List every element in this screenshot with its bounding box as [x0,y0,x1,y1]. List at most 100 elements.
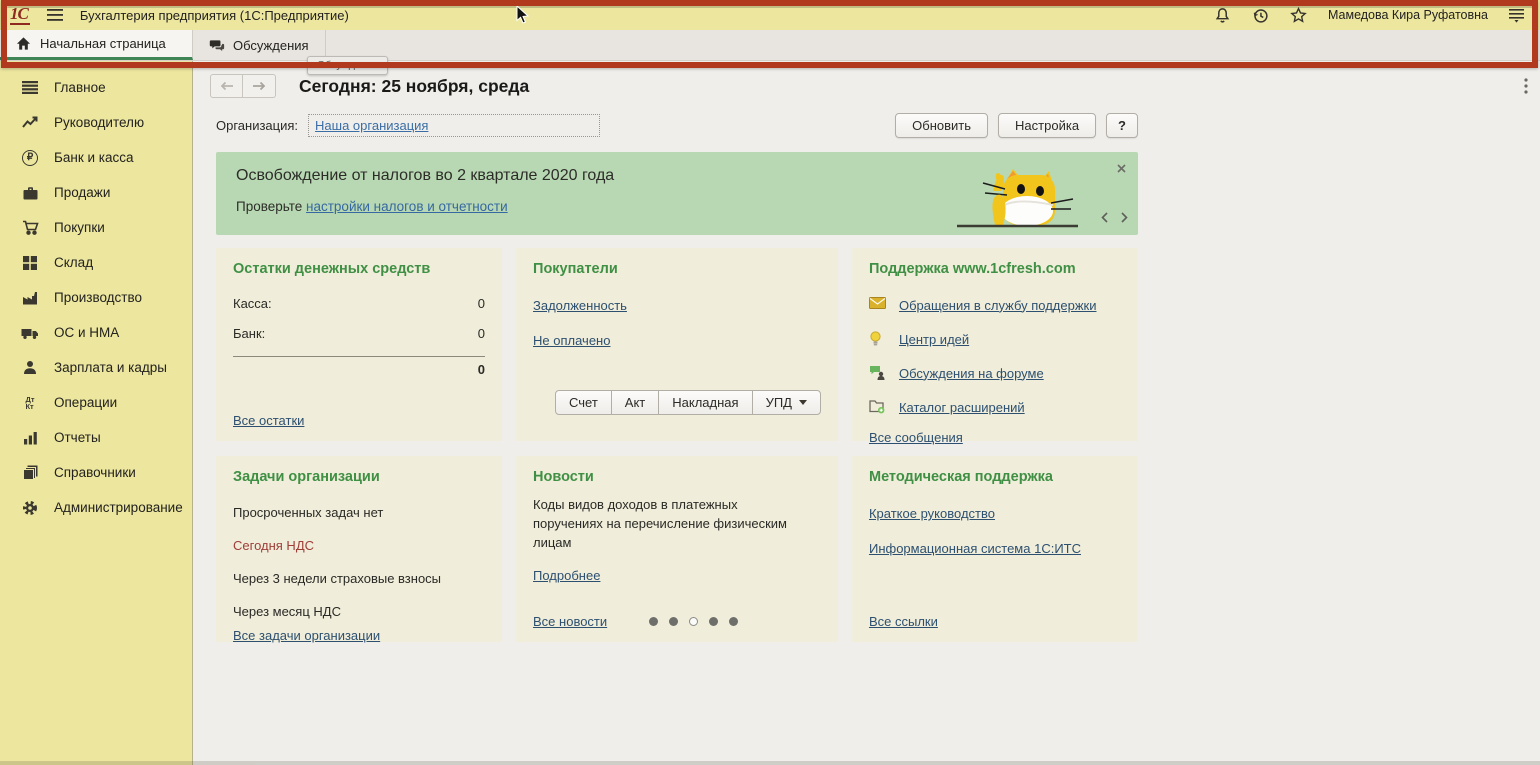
main-content: Сегодня: 25 ноября, среда Организация: Н… [193,61,1540,765]
gear-icon [19,499,41,517]
sidebar-item-sales[interactable]: Продажи [0,175,192,210]
upd-dropdown-button[interactable]: УПД [752,390,821,415]
settings-button[interactable]: Настройка [998,113,1096,138]
info-banner: Освобождение от налогов во 2 квартале 20… [216,152,1138,235]
page-title-date: Сегодня: 25 ноября, среда [299,76,529,97]
cash-row-value: 0 [478,326,485,341]
forum-discussions-link[interactable]: Обсуждения на форуме [899,366,1044,381]
panel-support: Поддержка www.1cfresh.com Обращения в сл… [852,248,1138,441]
window-title: Бухгалтерия предприятия (1С:Предприятие) [80,8,349,23]
sidebar-item-manager[interactable]: Руководителю [0,105,192,140]
1c-logo-icon: 1С [10,6,30,25]
debt-link[interactable]: Задолженность [533,298,821,313]
banner-prev-icon[interactable] [1101,210,1108,228]
cat-mascot-image [955,163,1080,229]
support-item: Обращения в службу поддержки [869,297,1121,313]
all-tasks-link[interactable]: Все задачи организации [233,628,485,643]
grid-icon [19,254,41,272]
briefcase-icon [19,184,41,202]
waybill-button[interactable]: Накладная [658,390,752,415]
unpaid-link[interactable]: Не оплачено [533,333,821,348]
refresh-button[interactable]: Обновить [895,113,988,138]
folder-plus-icon [869,399,886,415]
pager-dot[interactable] [669,617,678,626]
forum-icon [869,365,886,381]
sidebar-item-reports[interactable]: Отчеты [0,420,192,455]
organization-label: Организация: [216,118,298,133]
title-bar: 1С Бухгалтерия предприятия (1С:Предприят… [0,0,1540,30]
quick-guide-link[interactable]: Краткое руководство [869,506,1121,521]
organization-field[interactable]: Наша организация [308,114,600,137]
dtkt-icon: Дт Кт [19,394,41,412]
organization-link[interactable]: Наша организация [315,118,428,133]
pager-dot[interactable] [709,617,718,626]
all-messages-link[interactable]: Все сообщения [869,430,1121,445]
banner-link[interactable]: настройки налогов и отчетности [306,199,508,214]
sidebar-item-operations[interactable]: Дт Кт Операции [0,385,192,420]
banner-pager [1101,210,1128,228]
main-menu-icon[interactable] [46,6,64,24]
sidebar-item-payroll-hr[interactable]: Зарплата и кадры [0,350,192,385]
service-menu-icon[interactable] [1508,6,1526,24]
panel-org-tasks: Задачи организации Просроченных задач не… [216,456,502,642]
envelope-icon [869,297,886,313]
pager-dot[interactable] [649,617,658,626]
home-icon [16,36,31,51]
panel-news: Новости Коды видов доходов в платежных п… [516,456,838,642]
sidebar-item-bank-cash[interactable]: ₽ Банк и касса [0,140,192,175]
sidebar-item-administration[interactable]: Администрирование [0,490,192,525]
support-item: Обсуждения на форуме [869,365,1121,381]
panel-title: Покупатели [533,261,821,277]
tab-label: Начальная страница [40,36,166,51]
forward-button[interactable] [243,74,276,98]
history-nav [210,74,276,98]
extensions-catalog-link[interactable]: Каталог расширений [899,400,1025,415]
idea-center-link[interactable]: Центр идей [899,332,969,347]
all-links-link[interactable]: Все ссылки [869,614,1121,629]
sidebar-nav: Главное Руководителю ₽ Банк и касса Прод… [0,61,193,765]
task-line: Просроченных задач нет [233,505,485,520]
sidebar-item-main[interactable]: Главное [0,70,192,105]
cart-icon [19,219,41,237]
all-balances-link[interactable]: Все остатки [233,413,485,428]
factory-icon [19,289,41,307]
banner-next-icon[interactable] [1121,210,1128,228]
news-headline: Коды видов доходов в платежных поручения… [533,496,807,553]
sidebar-item-fixed-assets[interactable]: ОС и НМА [0,315,192,350]
sidebar-item-directories[interactable]: Справочники [0,455,192,490]
more-menu-icon[interactable] [1524,78,1528,99]
cash-row-value: 0 [478,296,485,311]
its-system-link[interactable]: Информационная система 1С:ИТС [869,541,1121,556]
news-more-link[interactable]: Подробнее [533,568,821,583]
cash-row-label: Банк: [233,326,265,341]
back-button[interactable] [210,74,243,98]
history-icon[interactable] [1252,6,1270,24]
act-button[interactable]: Акт [611,390,659,415]
sidebar-item-production[interactable]: Производство [0,280,192,315]
support-item: Каталог расширений [869,399,1121,415]
dropdown-caret-icon [799,400,807,405]
task-line: Через 3 недели страховые взносы [233,571,485,586]
window-bottom-shade [0,761,1540,765]
sidebar-item-purchases[interactable]: Покупки [0,210,192,245]
help-button[interactable]: ? [1106,113,1138,138]
banner-close-icon[interactable] [1117,160,1126,178]
tab-discussions[interactable]: Обсуждения [193,30,326,60]
chat-bubbles-icon [209,38,224,53]
news-pager-dots [649,617,738,626]
task-line[interactable]: Сегодня НДС [233,538,485,553]
panel-buyers: Покупатели Задолженность Не оплачено Сче… [516,248,838,441]
notifications-bell-icon[interactable] [1214,6,1232,24]
person-icon [19,359,41,377]
all-news-link[interactable]: Все новости [533,614,607,629]
books-icon [19,464,41,482]
tab-home-page[interactable]: Начальная страница [0,30,193,60]
current-user-name[interactable]: Мамедова Кира Руфатовна [1328,8,1488,22]
pager-dot[interactable] [729,617,738,626]
favorites-star-icon[interactable] [1290,6,1308,24]
sidebar-item-warehouse[interactable]: Склад [0,245,192,280]
cash-row-label: Касса: [233,296,272,311]
support-requests-link[interactable]: Обращения в службу поддержки [899,298,1097,313]
pager-dot[interactable] [689,617,698,626]
invoice-button[interactable]: Счет [555,390,612,415]
